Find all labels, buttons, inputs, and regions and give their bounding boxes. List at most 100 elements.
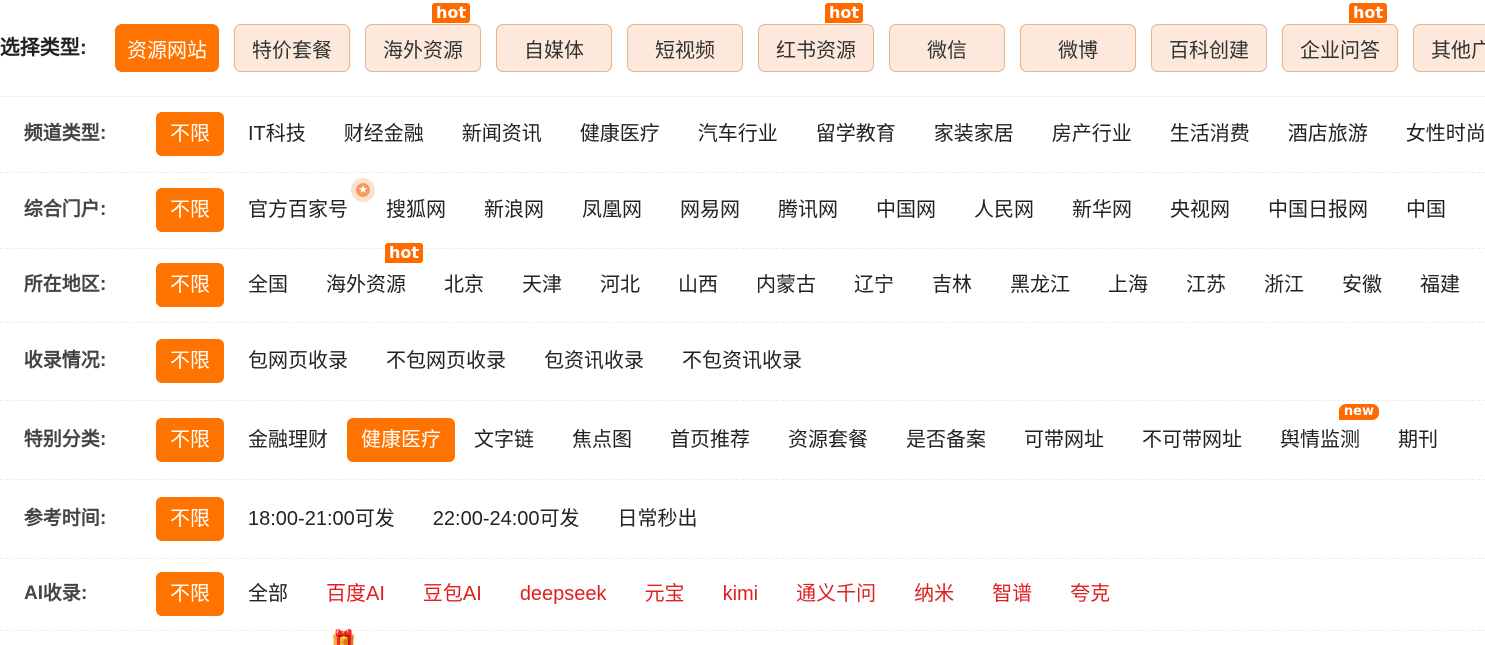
- filter-option[interactable]: 中国网: [857, 188, 955, 232]
- filter-option[interactable]: 中国日报网: [1249, 188, 1387, 232]
- filter-option[interactable]: 山西: [659, 263, 737, 307]
- filter-option-label: 豆包AI: [422, 583, 482, 605]
- filter-option-unlimited[interactable]: 不限: [156, 112, 224, 156]
- filter-option[interactable]: 焦点图: [553, 418, 651, 462]
- filter-option-label: 不限: [170, 123, 210, 145]
- filter-option[interactable]: 金融理财: [229, 418, 347, 462]
- filter-option[interactable]: 海外资源 hot: [307, 243, 425, 307]
- filter-option[interactable]: 江苏: [1167, 263, 1245, 307]
- filter-option[interactable]: 新浪网: [465, 188, 563, 232]
- filter-option[interactable]: 可带网址: [1005, 418, 1123, 462]
- filter-option-label: 全部: [248, 583, 288, 605]
- filter-option-unlimited[interactable]: 不限: [156, 339, 224, 383]
- filter-option[interactable]: 留学教育: [797, 112, 915, 156]
- filter-option-label: 中国日报网: [1268, 199, 1368, 221]
- filter-option[interactable]: 黑龙江: [991, 263, 1089, 307]
- type-selector-row: 选择类型: 资源网站 特价套餐 海外资源 hot 自媒体 短视频 红书资源 hot 微信 微博 百科…: [0, 0, 1485, 97]
- filter-option[interactable]: 家装家居: [915, 112, 1033, 156]
- filter-option[interactable]: 不包资讯收录: [663, 339, 821, 383]
- filter-option[interactable]: 人民网: [955, 188, 1053, 232]
- filter-option-unlimited[interactable]: 不限: [156, 263, 224, 307]
- filter-option[interactable]: 安徽: [1323, 263, 1401, 307]
- filter-option[interactable]: 是否备案: [887, 418, 1005, 462]
- filter-option[interactable]: 吉林: [913, 263, 991, 307]
- filter-option[interactable]: 健康医疗: [347, 417, 455, 462]
- filter-option[interactable]: 腾讯网: [759, 188, 857, 232]
- filter-option-label: 新浪网: [484, 199, 544, 221]
- filter-option[interactable]: 智谱: [973, 572, 1051, 616]
- filter-option-label: 汽车行业: [697, 123, 778, 145]
- filter-option[interactable]: 舆情监测 new: [1261, 403, 1379, 462]
- filter-option[interactable]: IT科技: [229, 112, 325, 156]
- filter-row-label: 频道类型:: [24, 123, 107, 144]
- filter-row-ai: AI收录: 不限 全部 百度AI 豆包AI deepseek 元宝 kimi 通义千问 纳米 智谱 夸…: [0, 558, 1485, 631]
- filter-option-label: 文字链: [474, 428, 534, 451]
- filter-option[interactable]: 22:00-24:00可发: [414, 497, 599, 541]
- filter-option[interactable]: 18:00-21:00可发: [229, 497, 414, 541]
- filter-option[interactable]: 财经金融: [325, 112, 443, 156]
- filter-option[interactable]: 通义千问: [777, 572, 895, 616]
- filter-option[interactable]: 房产行业: [1033, 112, 1151, 156]
- filter-option[interactable]: 中国: [1387, 188, 1465, 232]
- filter-option[interactable]: 北京: [425, 263, 503, 307]
- filter-option[interactable]: 央视网: [1151, 188, 1249, 232]
- filter-option[interactable]: 包网页收录: [229, 339, 367, 383]
- filter-option[interactable]: 凤凰网: [563, 188, 661, 232]
- filter-option[interactable]: 酒店旅游: [1269, 112, 1387, 156]
- filter-option[interactable]: deepseek: [501, 572, 626, 616]
- type-button[interactable]: 其他广告: [1413, 24, 1485, 72]
- filter-panel: 选择类型: 资源网站 特价套餐 海外资源 hot 自媒体 短视频 红书资源 hot 微信 微博 百科…: [0, 0, 1485, 645]
- filter-option-label: 舆情监测: [1280, 428, 1360, 451]
- filter-option[interactable]: 网易网: [661, 188, 759, 232]
- filter-option-label: 中国网: [876, 199, 936, 221]
- filter-option[interactable]: 浙江: [1245, 263, 1323, 307]
- filter-option[interactable]: 包资讯收录: [525, 339, 663, 383]
- filter-option[interactable]: 汽车行业: [679, 112, 797, 156]
- filter-option[interactable]: 首页推荐: [651, 418, 769, 462]
- filter-option[interactable]: 福建: [1401, 263, 1479, 307]
- type-button[interactable]: 红书资源 hot: [758, 3, 874, 72]
- filter-option[interactable]: 豆包AI: [404, 572, 501, 616]
- filter-option[interactable]: 天津: [503, 263, 581, 307]
- type-button[interactable]: 资源网站: [115, 24, 219, 72]
- filter-option-unlimited[interactable]: 不限: [156, 417, 224, 462]
- filter-option[interactable]: 官方百家号 ★: [229, 178, 375, 232]
- filter-option[interactable]: kimi: [704, 572, 778, 616]
- filter-option[interactable]: 夸克: [1051, 572, 1129, 616]
- type-button[interactable]: 百科创建: [1151, 24, 1267, 72]
- type-button[interactable]: 微博: [1020, 24, 1136, 72]
- filter-option[interactable]: 辽宁: [835, 263, 913, 307]
- filter-option[interactable]: 资源套餐: [769, 418, 887, 462]
- filter-option[interactable]: 文字链: [455, 418, 553, 462]
- filter-option[interactable]: 期刊: [1379, 418, 1457, 462]
- filter-option[interactable]: 内蒙古: [737, 263, 835, 307]
- filter-option[interactable]: 生活消费: [1151, 112, 1269, 156]
- filter-option-unlimited[interactable]: 不限: [156, 572, 224, 616]
- type-button[interactable]: 海外资源 hot: [365, 3, 481, 72]
- filter-option-label: 22:00-24:00可发: [432, 507, 580, 530]
- type-button[interactable]: 微信: [889, 24, 1005, 72]
- filter-option[interactable]: 全部: [229, 572, 307, 616]
- filter-option-label: 官方百家号: [248, 199, 348, 221]
- filter-option-label: 通义千问: [796, 583, 877, 605]
- filter-option[interactable]: 不包网页收录: [367, 339, 525, 383]
- type-button[interactable]: 特价套餐: [234, 24, 350, 72]
- filter-option[interactable]: 百度AI: [307, 572, 404, 616]
- filter-option[interactable]: 元宝: [626, 572, 704, 616]
- filter-option-unlimited[interactable]: 不限: [156, 496, 224, 541]
- filter-option[interactable]: 河北: [581, 263, 659, 307]
- type-button[interactable]: 企业问答 hot: [1282, 3, 1398, 72]
- filter-option[interactable]: 上海: [1089, 263, 1167, 307]
- filter-option[interactable]: 搜狐网: [367, 188, 465, 232]
- filter-option[interactable]: 日常秒出: [599, 497, 717, 541]
- filter-option-unlimited[interactable]: 不限: [156, 188, 224, 232]
- filter-option[interactable]: 新闻资讯: [443, 112, 561, 156]
- type-button[interactable]: 短视频: [627, 24, 743, 72]
- filter-option[interactable]: 健康医疗: [561, 112, 679, 156]
- filter-option[interactable]: 新华网: [1053, 188, 1151, 232]
- filter-option[interactable]: 女性时尚: [1387, 112, 1485, 156]
- filter-option[interactable]: 不可带网址: [1123, 418, 1261, 462]
- filter-option[interactable]: 纳米: [895, 572, 973, 616]
- type-button[interactable]: 自媒体: [496, 24, 612, 72]
- filter-option[interactable]: 全国: [229, 263, 307, 307]
